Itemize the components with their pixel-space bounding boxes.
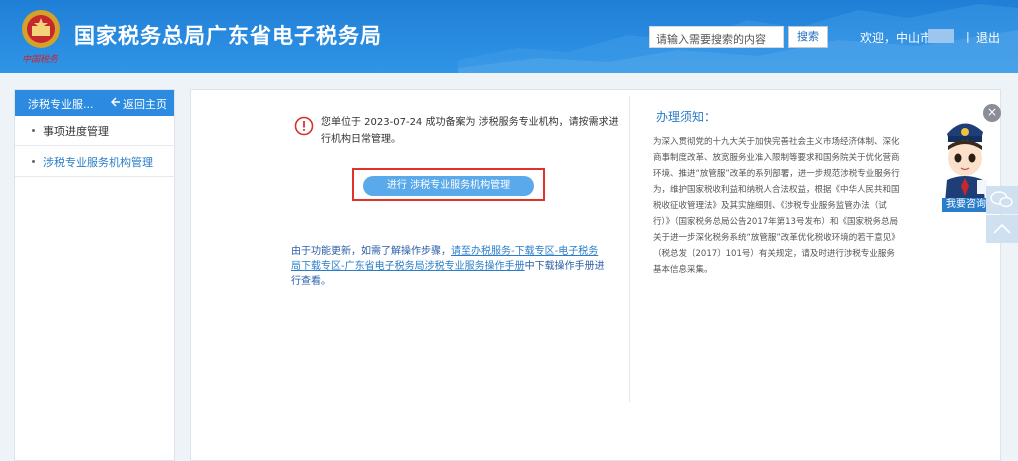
close-icon[interactable]: ×: [983, 104, 1001, 122]
bullet-icon: [32, 160, 35, 163]
site-header: 中国税务 国家税务总局广东省电子税务局 请输入需要搜索的内容 搜索 欢迎，中山市…: [0, 0, 1018, 73]
tax-emblem-icon: [22, 10, 60, 48]
guide-title: 办理须知：: [656, 110, 717, 124]
sidebar-item-label: 涉税专业服务机构管理: [43, 156, 153, 169]
search-input[interactable]: 请输入需要搜索的内容: [649, 26, 784, 48]
back-to-top-button[interactable]: [986, 215, 1018, 243]
filing-notice: 您单位于 2023-07-24 成功备案为 涉税服务专业机构，请按需求进行机构日…: [321, 117, 619, 145]
back-home-link[interactable]: 返回主页: [123, 96, 167, 112]
bullet-icon: [32, 129, 35, 132]
mascot-icon[interactable]: [935, 110, 993, 202]
sidebar-item-agency-management[interactable]: 涉税专业服务机构管理: [15, 147, 174, 177]
main-panel: 您单位于 2023-07-24 成功备案为 涉税服务专业机构，请按需求进行机构日…: [190, 89, 1001, 461]
sidebar-header: 涉税专业服... 返回主页: [15, 90, 174, 116]
agency-management-button[interactable]: 进行 涉税专业服务机构管理: [363, 176, 534, 196]
guide-body: 为深入贯彻党的十九大关于加快完善社会主义市场经济体制、深化商事制度改革、放宽服务…: [653, 137, 900, 275]
chevron-up-icon: [993, 223, 1011, 234]
update-notice: 由于功能更新，如需了解操作步骤，请至办税服务-下载专区-电子税务局下载专区-广东…: [291, 244, 607, 289]
update-prefix: 由于功能更新，如需了解操作步骤，: [291, 246, 451, 257]
sidebar-item-label: 事项进度管理: [43, 125, 109, 138]
wechat-button[interactable]: [986, 186, 1018, 214]
info-icon: [294, 116, 314, 136]
sidebar-title: 涉税专业服...: [28, 98, 94, 111]
sidebar-item-progress[interactable]: 事项进度管理: [15, 116, 174, 146]
logout-link[interactable]: 退出: [976, 29, 1000, 46]
back-arrow-icon: [111, 97, 120, 107]
header-separator: |: [966, 30, 970, 43]
emblem-signature: 中国税务: [22, 55, 59, 65]
search-button[interactable]: 搜索: [788, 26, 828, 48]
panel-divider: [629, 96, 630, 402]
consult-button[interactable]: 我要咨询: [942, 198, 990, 212]
username-mask: [928, 29, 954, 43]
wechat-icon: [990, 191, 1013, 208]
welcome-text: 欢迎，中山市: [860, 31, 933, 45]
site-title: 国家税务总局广东省电子税务局: [74, 24, 382, 48]
sidebar: 涉税专业服... 返回主页 事项进度管理 涉税专业服务机构管理: [14, 89, 175, 461]
